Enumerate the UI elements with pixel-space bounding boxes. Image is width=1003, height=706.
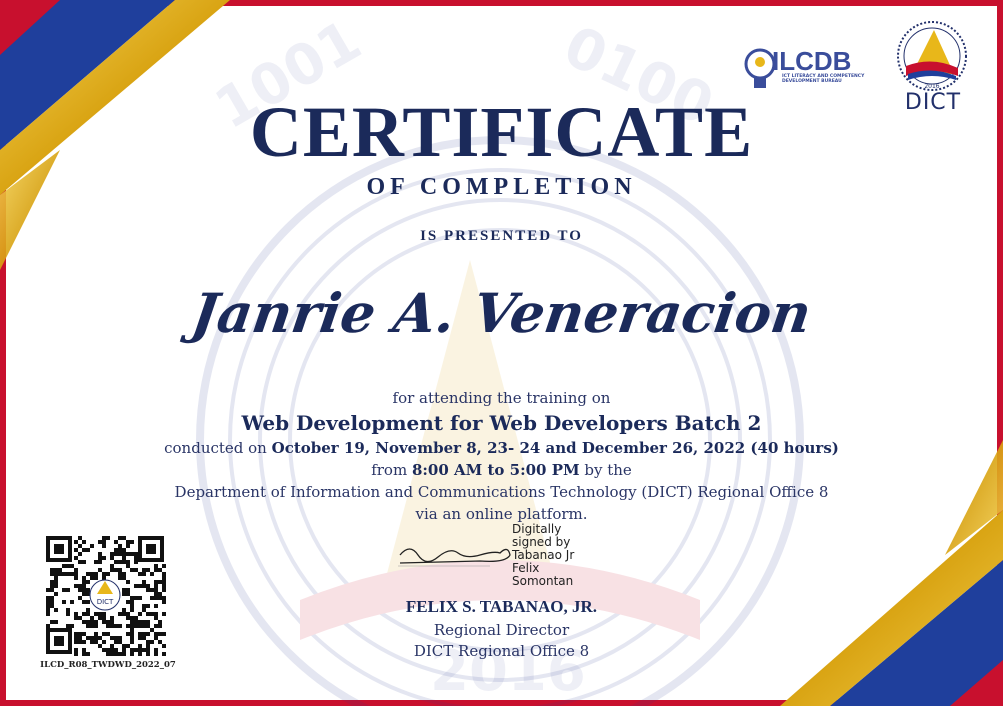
department-text: Department of Information and Communicat… — [174, 483, 829, 501]
svg-text:2016: 2016 — [924, 83, 939, 90]
time-suffix: by the — [579, 461, 632, 479]
recipient-name: Janrie A. Veneracion — [187, 281, 816, 345]
qr-code-id: ILCD_R08_TWDWD_2022_07 — [40, 660, 176, 670]
certificate-subtitle: OF COMPLETION — [366, 174, 637, 200]
conducted-line: conducted on October 19, November 8, 23-… — [0, 438, 1003, 459]
digital-signature-text: Digitally signed by Tabanao Jr Felix Som… — [512, 522, 575, 588]
qr-dict-label: DICT — [97, 598, 114, 606]
platform-text: via an online platform. — [415, 505, 588, 523]
presented-to-label: IS PRESENTED TO — [420, 228, 583, 244]
qr-code: DICT — [44, 534, 166, 656]
training-title: Web Development for Web Developers Batch… — [241, 411, 762, 435]
conducted-prefix: conducted on — [164, 439, 272, 457]
attending-text: for attending the training on — [392, 389, 611, 407]
ilcdb-logo-text: ILCDB — [772, 46, 852, 76]
training-dates: October 19, November 8, 23- 24 and Decem… — [271, 439, 839, 457]
training-time: 8:00 AM to 5:00 PM — [411, 461, 580, 479]
from-prefix: from — [371, 461, 412, 479]
ilcdb-logo-subtext: ICT LITERACY AND COMPETENCY DEVELOPMENT … — [782, 74, 865, 84]
time-line: from 8:00 AM to 5:00 PM by the — [0, 460, 1003, 481]
certificate-title: CERTIFICATE — [249, 92, 754, 172]
